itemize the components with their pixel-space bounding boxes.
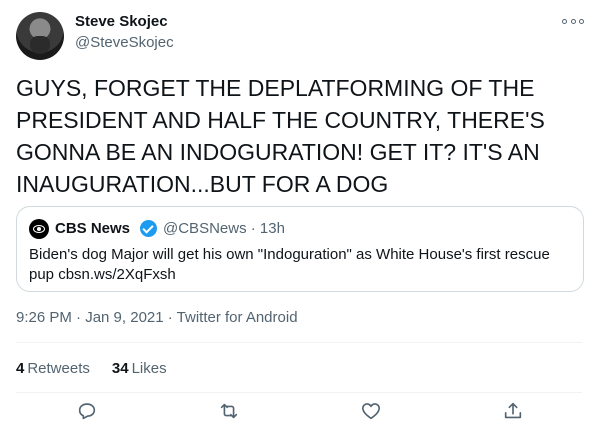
quoted-author-name: CBS News bbox=[55, 220, 131, 237]
author-handle[interactable]: @SteveSkojec bbox=[75, 34, 174, 51]
quoted-tweet-text: Biden's dog Major will get his own "Indo… bbox=[29, 246, 550, 283]
retweets-stat[interactable]: 4 Retweets bbox=[16, 360, 90, 377]
tweet-timestamp[interactable]: 9:26 PM · Jan 9, 2021 · Twitter for Andr… bbox=[16, 309, 298, 326]
quoted-author-handle-time: @CBSNews · 13h bbox=[163, 220, 285, 237]
like-icon[interactable] bbox=[360, 400, 384, 424]
verified-badge-icon bbox=[140, 220, 157, 237]
cbs-logo-icon bbox=[29, 219, 49, 239]
reply-icon[interactable] bbox=[76, 400, 100, 424]
likes-label: Likes bbox=[131, 360, 167, 377]
divider bbox=[16, 342, 582, 343]
retweet-icon[interactable] bbox=[218, 400, 242, 424]
likes-count: 34 bbox=[111, 360, 129, 377]
retweets-count: 4 bbox=[16, 360, 25, 377]
share-icon[interactable] bbox=[502, 400, 526, 424]
more-options-icon[interactable] bbox=[562, 14, 584, 28]
author-display-name[interactable]: Steve Skojec bbox=[75, 13, 168, 30]
likes-stat[interactable]: 34 Likes bbox=[112, 360, 167, 377]
tweet-text: GUYS, FORGET THE DEPLATFORMING OF THE PR… bbox=[16, 75, 545, 197]
retweets-label: Retweets bbox=[27, 360, 90, 377]
engagement-stats: 4 Retweets 34 Likes bbox=[16, 360, 167, 377]
quoted-tweet[interactable]: CBS News @CBSNews · 13h Biden's dog Majo… bbox=[16, 206, 584, 292]
action-bar bbox=[0, 400, 598, 430]
avatar[interactable] bbox=[16, 12, 64, 60]
divider bbox=[16, 392, 582, 393]
